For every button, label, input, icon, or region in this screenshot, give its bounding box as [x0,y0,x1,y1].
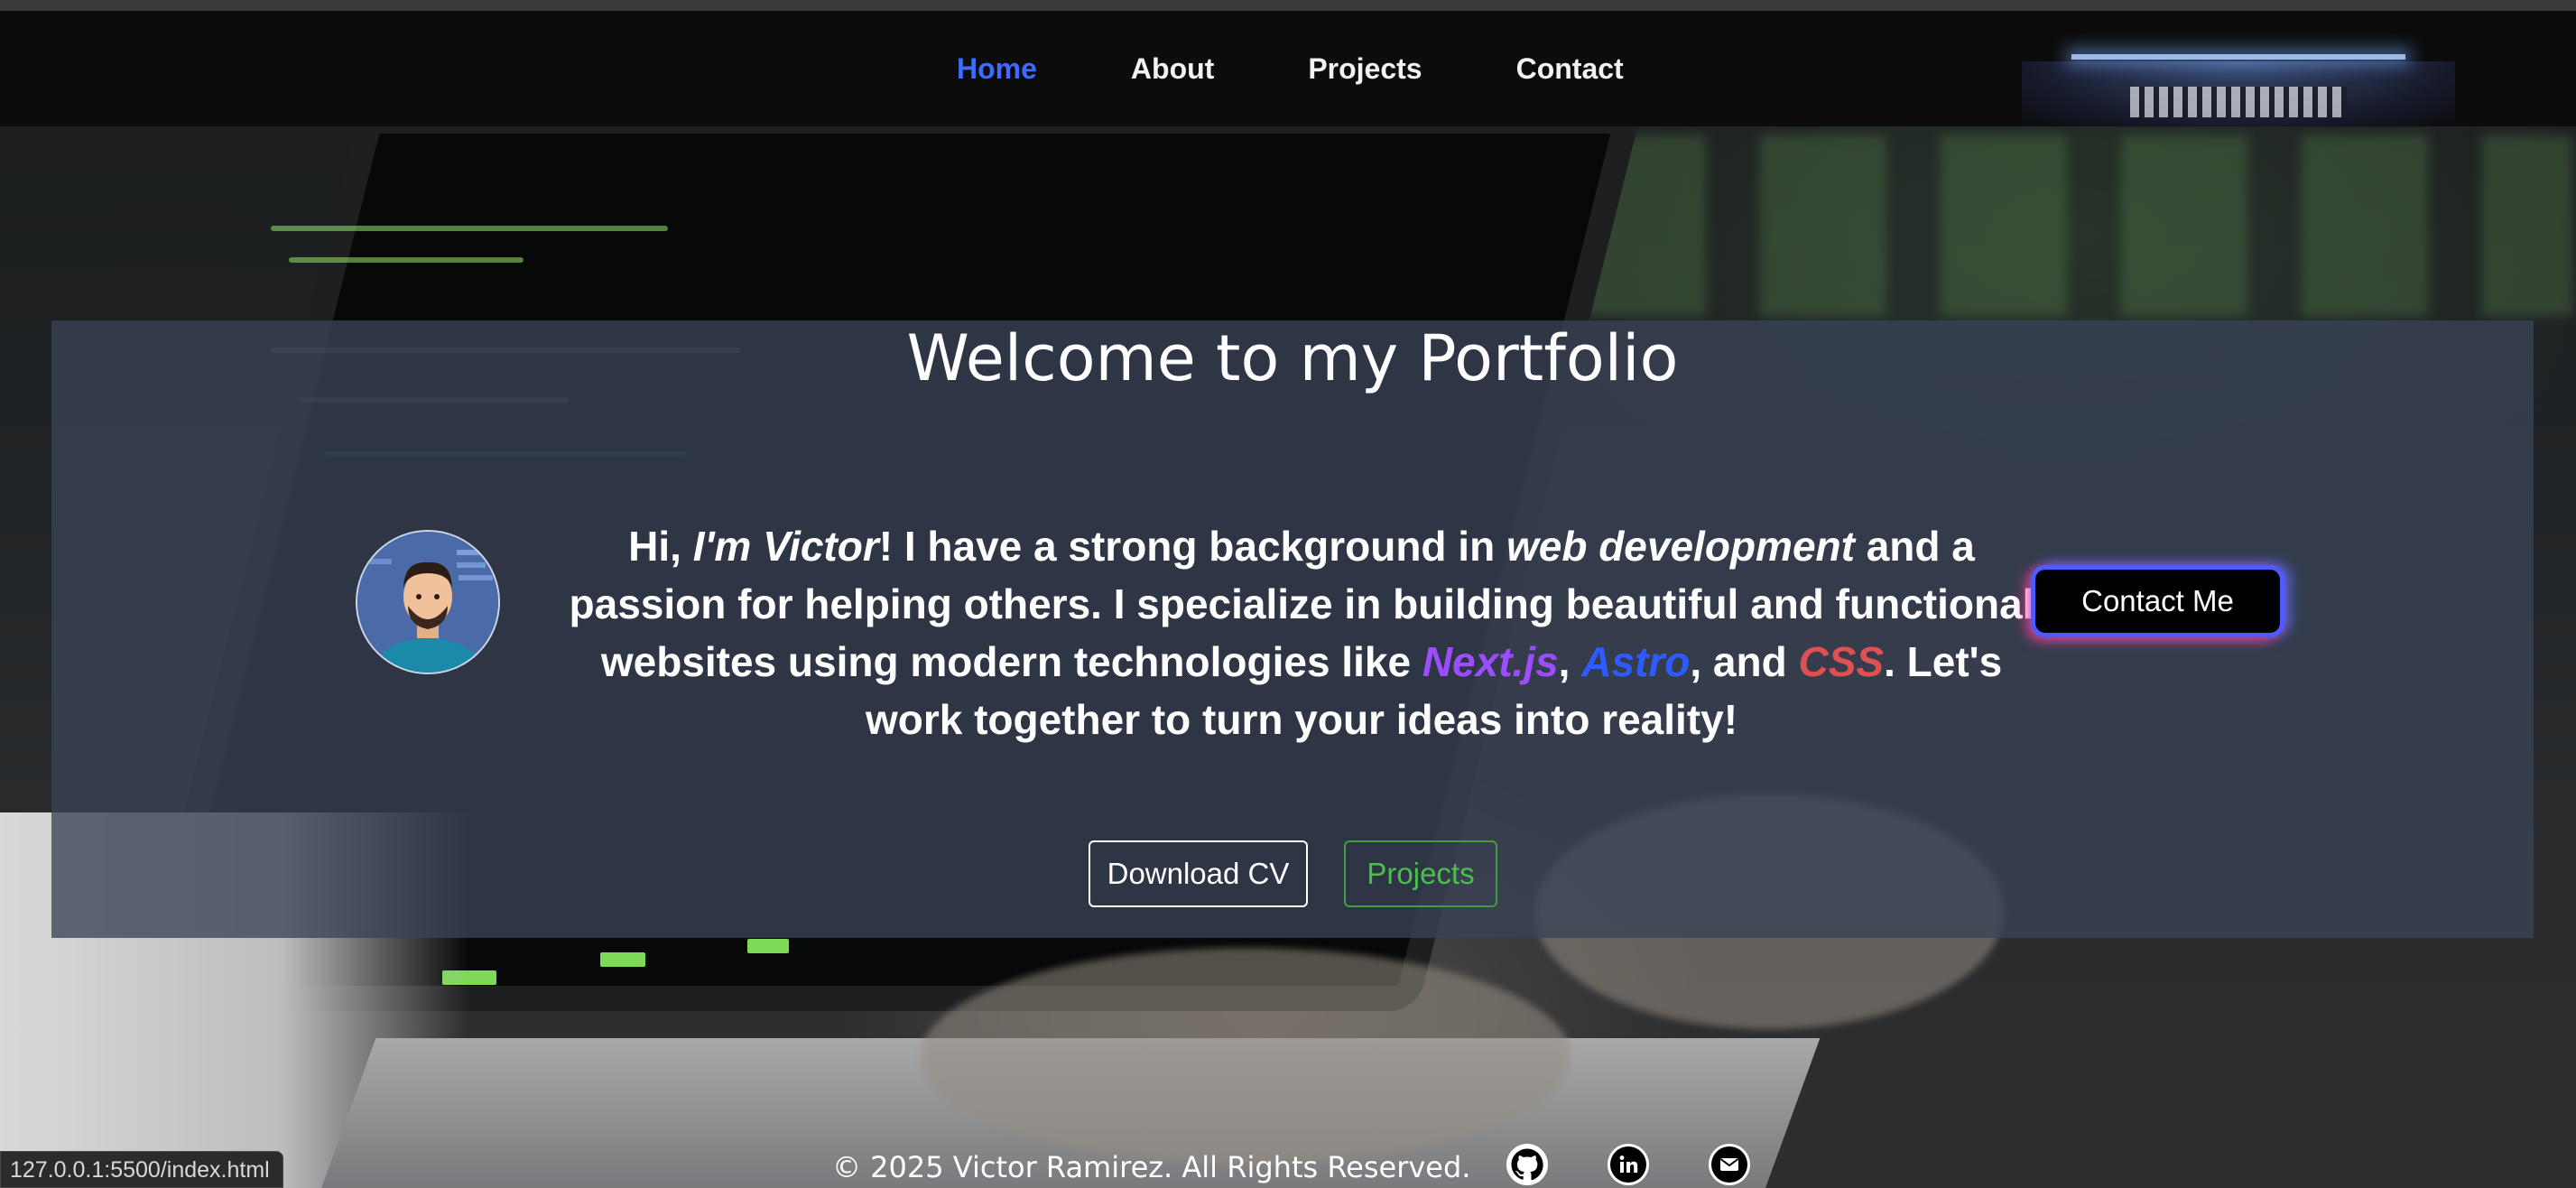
nav-link-about[interactable]: About [1131,52,1214,86]
github-link[interactable] [1506,1144,1548,1185]
background-hand [921,948,1571,1165]
portfolio-page: Home About Projects Contact Welcome to m… [0,0,2576,1188]
nav-link-home[interactable]: Home [957,52,1037,86]
background-highlight [600,952,645,967]
background-code-line [289,257,524,263]
email-link[interactable] [1709,1144,1750,1185]
nav-link-contact[interactable]: Contact [1516,52,1624,86]
navbar-laptop-image [2013,54,2464,126]
avatar [356,530,500,674]
background-code-line [271,226,668,231]
download-cv-button[interactable]: Download CV [1089,840,1308,907]
nav-links: Home About Projects Contact [957,11,1624,126]
footer-copyright: © 2025 Victor Ramirez. All Rights Reserv… [832,1150,1471,1184]
linkedin-icon [1610,1146,1646,1183]
linkedin-link[interactable] [1608,1144,1649,1185]
intro-field: web development [1506,523,1855,570]
intro-text: Hi, [628,523,693,570]
intro-name: I'm Victor [692,523,879,570]
browser-edge [0,0,2576,11]
tech-css: CSS [1798,638,1885,685]
tech-nextjs: Next.js [1422,638,1559,685]
background-highlight [747,939,789,953]
nav-link-projects[interactable]: Projects [1308,52,1422,86]
tech-astro: Astro [1581,638,1691,685]
mail-icon [1711,1146,1747,1183]
hero-intro-text: Hi, I'm Victor! I have a strong backgrou… [557,517,2046,748]
projects-button[interactable]: Projects [1344,840,1497,907]
intro-text: , [1558,638,1582,685]
contact-me-button[interactable]: Contact Me [2031,565,2284,637]
laptop-keyboard [2130,87,2347,117]
hero-card: Welcome to my Portfolio Hi, I'm Victor! … [51,320,2534,938]
laptop-screen-glow [2071,54,2405,60]
status-bar-url: 127.0.0.1:5500/index.html [0,1151,283,1188]
hero-title: Welcome to my Portfolio [906,321,1679,395]
github-icon [1511,1148,1543,1181]
intro-text: ! I have a strong background in [878,523,1506,570]
intro-text: , and [1690,638,1799,685]
avatar-portrait [357,532,498,673]
